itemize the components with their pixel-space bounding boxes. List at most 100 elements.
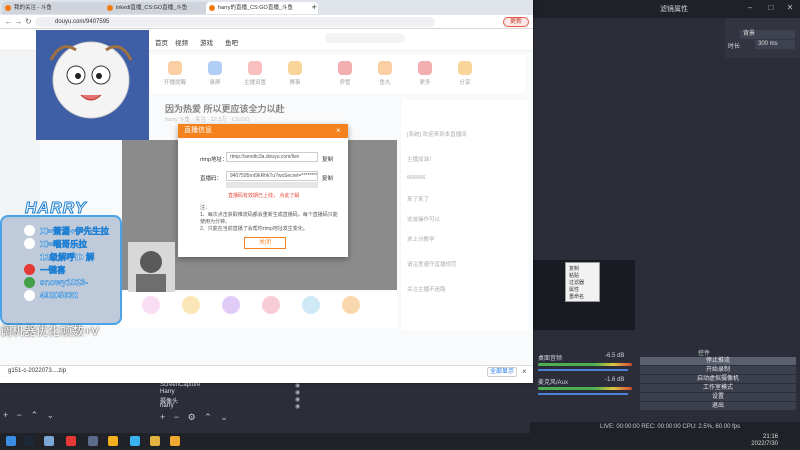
new-tab-icon[interactable]: + bbox=[312, 2, 317, 12]
close-icon[interactable]: × bbox=[336, 124, 341, 138]
source-item[interactable]: harry bbox=[160, 403, 174, 409]
app-icon[interactable] bbox=[130, 436, 140, 446]
info-line: XI=萧潇+伊先生拉 bbox=[24, 225, 109, 237]
stream-key-field[interactable]: 9407595rnI9kRhkTu?wsSecret=********** bbox=[226, 171, 318, 181]
remove-icon[interactable]: − bbox=[17, 410, 22, 420]
steam-icon[interactable] bbox=[24, 436, 34, 446]
info-line: snowy1023- bbox=[24, 277, 88, 288]
ctx-copy[interactable]: 复制 bbox=[569, 265, 579, 272]
stream-status: LIVE: 00:00:00 REC: 00:00:00 CPU: 2.5%, … bbox=[600, 424, 741, 430]
rtmp-field[interactable]: rtmp://sendtc3a.douyu.com/live bbox=[226, 152, 318, 162]
forward-icon[interactable]: → bbox=[14, 17, 23, 27]
mixer-track-name: 桌面音频 bbox=[538, 356, 563, 362]
reload-icon[interactable]: ↻ bbox=[24, 17, 33, 27]
download-file[interactable]: g151-c-2022073....zip bbox=[8, 368, 66, 374]
add-icon[interactable]: + bbox=[160, 412, 165, 422]
nav-home[interactable]: 首页 bbox=[155, 37, 168, 47]
stop-streaming-button[interactable]: 停止推流 bbox=[640, 357, 796, 365]
down-icon[interactable]: ⌄ bbox=[47, 410, 55, 420]
minimize-icon[interactable]: – bbox=[745, 3, 755, 13]
key-scrollbar[interactable] bbox=[226, 182, 318, 188]
show-all-button[interactable]: 全部显示 bbox=[487, 367, 517, 377]
volume-slider[interactable] bbox=[538, 369, 628, 371]
eye-icon[interactable]: ◉ bbox=[295, 396, 300, 403]
info-line: 一键喜 bbox=[24, 264, 66, 276]
qq-icon bbox=[24, 290, 35, 301]
up-icon[interactable]: ⌃ bbox=[204, 412, 212, 422]
ctx-filters[interactable]: 过滤器 bbox=[569, 279, 584, 286]
close-icon[interactable]: ✕ bbox=[785, 3, 795, 13]
browser-tab[interactable]: inkedl直播_CS:GO直播_斗鱼× bbox=[104, 2, 216, 14]
account-icon bbox=[24, 225, 35, 236]
eye-icon[interactable]: ◉ bbox=[295, 389, 300, 396]
copy-key-button[interactable]: 复制 bbox=[322, 174, 333, 182]
system-clock[interactable]: 21:16 2022/7/30 bbox=[751, 434, 778, 448]
source-controls: + − ⚙ ⌃ ⌄ bbox=[160, 412, 260, 422]
site-search-input[interactable] bbox=[325, 33, 405, 43]
download-bar bbox=[0, 365, 533, 381]
mixer-track-name: 麦克风/Aux bbox=[538, 380, 569, 386]
copy-rtmp-button[interactable]: 复制 bbox=[322, 155, 333, 163]
eye-icon[interactable]: ◉ bbox=[295, 382, 300, 389]
ctx-rename[interactable]: 重命名 bbox=[569, 293, 584, 300]
scene-controls: + − ⌃ ⌄ bbox=[0, 410, 150, 422]
mascot-avatar bbox=[36, 30, 149, 140]
settings-button[interactable]: 设置 bbox=[640, 393, 796, 401]
close-button[interactable]: 关闭 bbox=[244, 237, 286, 249]
studio-mode-button[interactable]: 工作室模式 bbox=[640, 384, 796, 392]
start-recording-button[interactable]: 开始录制 bbox=[640, 366, 796, 374]
ctx-paste[interactable]: 粘贴 bbox=[569, 272, 579, 279]
properties-select[interactable]: 背景 bbox=[740, 30, 795, 39]
exit-button[interactable]: 退出 bbox=[640, 402, 796, 410]
app-icon[interactable] bbox=[88, 436, 98, 446]
douyu-icon bbox=[209, 5, 215, 11]
eye-icon[interactable]: ◉ bbox=[295, 403, 300, 410]
browser-tab-active[interactable]: harry的直播_CS:GO直播_斗鱼 × bbox=[206, 2, 318, 14]
obs-properties-title: 滤镜属性 bbox=[660, 6, 688, 13]
app-icon[interactable] bbox=[170, 436, 180, 446]
nav-yuba[interactable]: 鱼吧 bbox=[225, 37, 238, 47]
obs-statusbar: LIVE: 00:00:00 REC: 00:00:00 CPU: 2.5%, … bbox=[530, 422, 800, 433]
tab-bar: 我的关注 - 斗鱼× inkedl直播_CS:GO直播_斗鱼× harry的直播… bbox=[0, 0, 533, 15]
update-button[interactable]: 更新 bbox=[503, 17, 529, 27]
account-icon bbox=[24, 238, 35, 249]
volume-slider[interactable] bbox=[538, 393, 628, 395]
maximize-icon[interactable]: □ bbox=[766, 3, 776, 13]
nav-games[interactable]: 游戏 bbox=[200, 37, 213, 47]
douyu-icon bbox=[5, 5, 11, 11]
windows-start-icon[interactable] bbox=[6, 436, 16, 446]
weibo-icon bbox=[24, 264, 35, 275]
app-icon[interactable] bbox=[44, 436, 54, 446]
back-icon[interactable]: ← bbox=[4, 17, 13, 27]
rtmp-label: rtmp地址： bbox=[200, 157, 228, 163]
duration-label: 时长 bbox=[728, 44, 741, 50]
volume-meter bbox=[538, 387, 632, 390]
chrome-icon[interactable] bbox=[108, 436, 118, 446]
scene-panel bbox=[588, 36, 628, 86]
url-field[interactable]: douyu.com/9407595 bbox=[35, 17, 435, 27]
virtual-camera-button[interactable]: 启动虚拟摄像机 bbox=[640, 375, 796, 383]
source-item[interactable]: Harry bbox=[160, 389, 175, 395]
down-icon[interactable]: ⌄ bbox=[220, 412, 228, 422]
info-line: XI=唱哥乐拉 bbox=[24, 238, 87, 250]
nav-video[interactable]: 视频 bbox=[175, 37, 188, 47]
controls-title: 控件 bbox=[698, 351, 711, 357]
promo-text: 调机器优化帧数+V bbox=[0, 324, 100, 338]
mixer-track-db: -6.5 dB bbox=[605, 353, 625, 359]
ctx-properties[interactable]: 属性 bbox=[569, 286, 579, 293]
remove-icon[interactable]: − bbox=[174, 412, 179, 422]
gear-icon[interactable]: ⚙ bbox=[188, 412, 196, 422]
up-icon[interactable]: ⌃ bbox=[31, 410, 39, 420]
info-line: 49205632 bbox=[24, 290, 78, 301]
browser-tab[interactable]: 我的关注 - 斗鱼× bbox=[2, 2, 114, 14]
key-expiry-link[interactable]: 直播码有效期已上线， 点此了解 bbox=[228, 192, 299, 199]
context-menu: 复制 粘贴 过滤器 属性 重命名 bbox=[565, 262, 600, 302]
folder-icon[interactable] bbox=[150, 436, 160, 446]
close-icon[interactable]: × bbox=[522, 367, 527, 376]
add-icon[interactable]: + bbox=[3, 410, 8, 420]
mixer-track-db: -1.6 dB bbox=[605, 377, 625, 383]
duration-field[interactable]: 300 ms bbox=[755, 40, 795, 49]
netease-icon[interactable] bbox=[66, 436, 76, 446]
taskbar: 21:16 2022/7/30 bbox=[0, 433, 800, 450]
douyu-icon bbox=[107, 5, 113, 11]
